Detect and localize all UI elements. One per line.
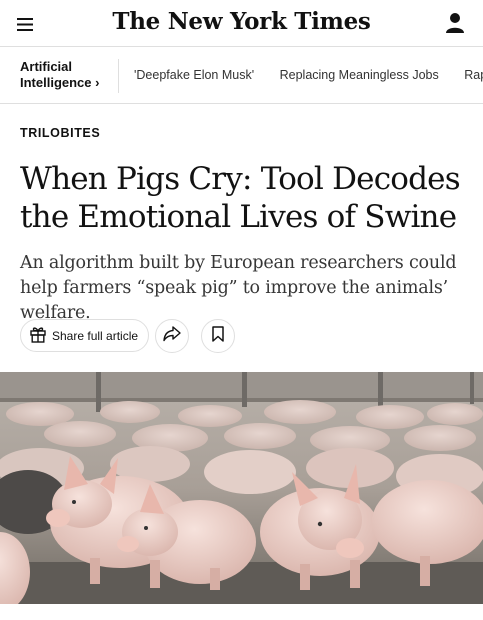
article-kicker[interactable]: TRILOBITES [20,126,100,140]
share-arrow-button[interactable] [155,319,189,353]
section-link-artificial-intelligence[interactable]: Artificial Intelligence › [20,59,110,91]
subnav-divider [118,59,119,93]
topic-link-replacing-meaningless-jobs[interactable]: Replacing Meaningless Jobs [280,68,439,82]
gift-icon [29,325,47,346]
share-arrow-icon [163,325,181,347]
top-bar: The New York Times [0,0,483,47]
article-summary: An algorithm built by European researche… [20,253,457,323]
bookmark-icon [212,325,224,347]
section-subnav: Artificial Intelligence › 'Deepfake Elon… [0,47,483,104]
masthead-logo[interactable]: The New York Times [0,8,483,35]
share-button-label: Share full article [52,328,139,343]
share-full-article-button[interactable]: Share full article [20,319,150,352]
topic-links: 'Deepfake Elon Musk' Replacing Meaningle… [134,68,483,82]
piglets-photo-illustration [0,372,483,604]
lead-photo-piglets [0,372,483,604]
article-headline: When Pigs Cry: Tool Decodes the Emotiona… [20,161,461,235]
bookmark-button[interactable] [201,319,235,353]
topic-link-rapid[interactable]: Rapid [464,68,483,82]
user-account-icon[interactable] [445,12,467,34]
topic-link-deepfake-elon-musk[interactable]: 'Deepfake Elon Musk' [134,68,254,82]
